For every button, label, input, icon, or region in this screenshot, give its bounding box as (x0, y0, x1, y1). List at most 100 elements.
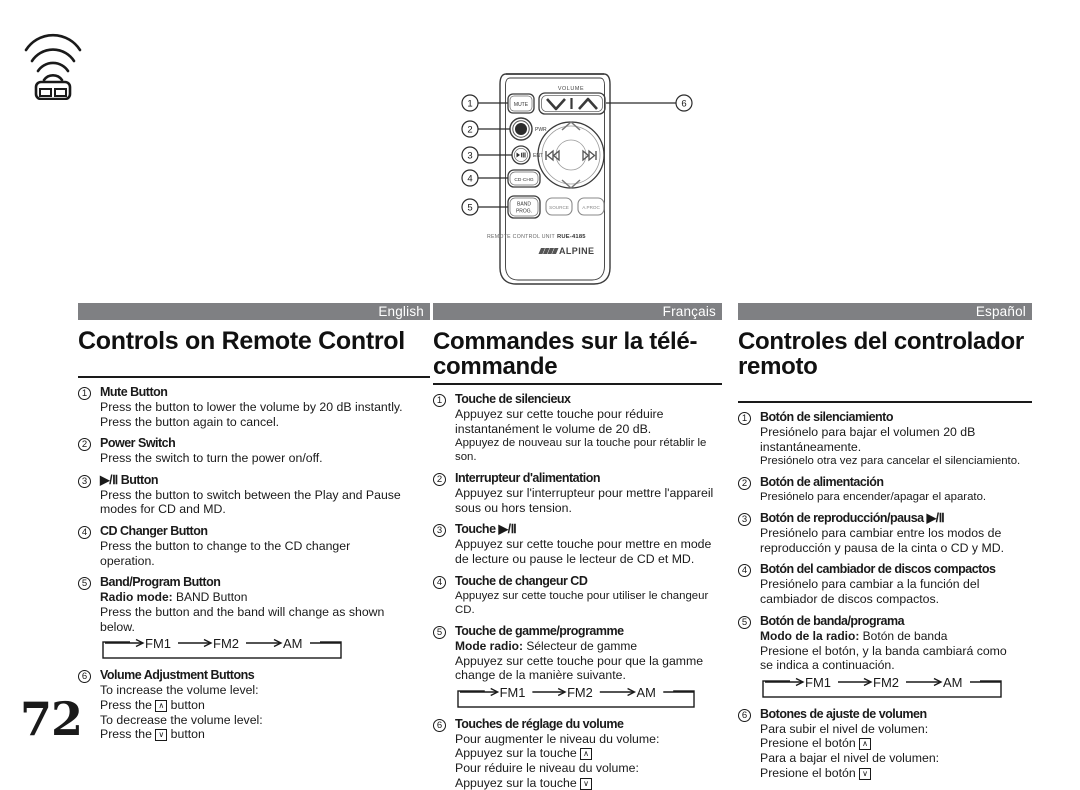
item-line: Pour réduire le niveau du volume: (455, 760, 639, 775)
section-title-french: Commandes sur la télé-commande (433, 328, 698, 380)
item-body: Botón de reproducción/pausa ▶/Ⅱ Presiónel… (760, 511, 1032, 555)
item-heading: Touches de réglage du volume (455, 716, 624, 731)
item-heading: ▶/Ⅱ Button (100, 472, 158, 487)
item-line: Presiónelo para cambiar a la función del (760, 577, 980, 592)
item-number-badge: 2 (78, 438, 91, 452)
item-number-badge: 6 (78, 670, 91, 684)
volume-key-glyph[interactable]: ∨ (580, 777, 592, 790)
callout-3: 3 (461, 146, 479, 164)
section-title-spanish: Controles del controlador remoto (738, 328, 1024, 380)
svg-text:2: 2 (467, 125, 472, 136)
item-line: sous ou hors tension. (455, 500, 572, 515)
item-line: below. (100, 619, 135, 634)
item-number-badge: 6 (433, 718, 446, 732)
item-line: Press the button to change to the CD cha… (100, 538, 351, 553)
volume-key-glyph[interactable]: ∧ (859, 738, 871, 751)
band-cycle-diagram: FM1 FM2 AM (457, 685, 695, 708)
item-line: Para subir el nivel de volumen: (760, 721, 929, 736)
svg-text:AM: AM (636, 686, 655, 700)
item-number-badge: 5 (738, 615, 751, 629)
item-number: 2 (78, 436, 100, 452)
manual-item: 3 ▶/Ⅱ Button Press the button to switch be… (78, 473, 430, 517)
callout-6: 6 (675, 94, 693, 112)
item-number-badge: 2 (738, 477, 751, 491)
item-number-badge: 1 (738, 412, 751, 425)
item-body: Band/Program Button Radio mode: BAND Butt… (100, 575, 430, 661)
manual-item: 1 Mute Button Press the button to lower th… (78, 385, 430, 429)
item-number: 5 (78, 575, 100, 591)
item-number: 3 (433, 522, 455, 538)
model-number-label: RUE-4185 (557, 234, 586, 240)
power-button-label: PWR (535, 127, 547, 133)
item-body: Botón de alimentación Presiónelo para enc… (760, 475, 1032, 504)
item-number: 6 (738, 707, 760, 722)
svg-text:FM2: FM2 (567, 686, 593, 700)
svg-text:AM: AM (943, 676, 963, 690)
a-proc-label: A.PROC (582, 205, 600, 210)
manual-item: 5 Touche de gamme/programme Mode radio: Sé… (433, 624, 722, 710)
item-line: Presiónelo para bajar el volumen 20 dB (760, 425, 976, 439)
item-heading: Botón de banda/programa (760, 613, 905, 628)
item-body: Touche ▶/Ⅱ Appuyez sur cette touche pour … (455, 522, 722, 566)
item-subheading: Radio mode: BAND Button (100, 590, 248, 605)
item-line-with-key: Press the ∧ button (100, 697, 205, 712)
item-heading: Botones de ajuste de volumen (760, 706, 927, 721)
manual-item: 4 Touche de changeur CD Appuyez sur cette … (433, 574, 722, 617)
divider-spanish (738, 401, 1032, 403)
item-number-badge: 5 (433, 625, 446, 639)
language-badge-english: English (78, 303, 430, 320)
remote-control-diagram: VOLUME MUTE PWR ENT CD·CHG BAND PROG. SO… (440, 72, 720, 287)
svg-text:FM2: FM2 (873, 676, 899, 690)
item-line: Appuyez sur cette touche pour réduire (455, 407, 664, 421)
volume-key-glyph[interactable]: ∨ (859, 767, 871, 780)
item-heading: Botón de reproducción/pausa ▶/Ⅱ (760, 511, 945, 526)
item-number: 2 (738, 475, 760, 491)
item-body: Touche de changeur CD Appuyez sur cette t… (455, 574, 722, 617)
volume-key-glyph[interactable]: ∧ (580, 748, 592, 761)
item-line-small: Appuyez de nouveau sur la touche pour ré… (455, 437, 707, 464)
band-diagram-wrap: FM1 FM2 AM (762, 675, 1002, 698)
manual-item: 1 Botón de silenciamiento Presiónelo para … (738, 410, 1032, 468)
item-body: Botón de banda/programa Modo de la radio:… (760, 614, 1032, 700)
item-body: Botón del cambiador de discos compactos P… (760, 562, 1032, 606)
language-columns: English Controls on Remote Control 1 Mute… (0, 303, 1080, 790)
item-subheading: Modo de la radio: Botón de banda (760, 628, 948, 643)
svg-text:AM: AM (283, 637, 303, 651)
item-line-small: Presiónelo otra vez para cancelar el sil… (760, 455, 1021, 468)
item-number: 3 (78, 473, 100, 488)
item-number-badge: 3 (433, 524, 446, 538)
volume-key-glyph[interactable]: ∧ (155, 699, 168, 712)
item-line: To increase the volume level: (100, 683, 259, 698)
prog-label: PROG. (516, 209, 532, 215)
item-heading: Interrupteur d'alimentation (455, 471, 601, 486)
manual-item: 5 Botón de banda/programa Modo de la radio… (738, 614, 1032, 700)
item-line: cambiador de discos compactos. (760, 591, 940, 606)
model-prefix-label: REMOTE CONTROL UNIT (487, 234, 556, 240)
manual-item: 6 Touches de réglage du volume Pour augmen… (433, 717, 722, 790)
item-number: 6 (78, 668, 100, 684)
divider-english (78, 376, 430, 378)
item-body: Botones de ajuste de volumen Para subir e… (760, 707, 1032, 780)
band-cycle-diagram: FM1 FM2 AM (762, 675, 1002, 698)
item-number: 4 (738, 562, 760, 578)
item-heading: Power Switch (100, 436, 176, 451)
source-label: SOURCE (549, 205, 569, 210)
ir-remote-signal-icon (18, 20, 88, 101)
svg-text:FM1: FM1 (500, 686, 526, 700)
item-line: Presiónelo para cambiar entre los modos … (760, 526, 1002, 541)
item-line: Presione el botón, y la banda cambiará c… (760, 643, 1007, 658)
manual-item: 4 Botón del cambiador de discos compactos… (738, 562, 1032, 606)
item-line-with-key: Presione el botón ∨ (760, 766, 1032, 781)
band-diagram-wrap: FM1 FM2 AM (102, 636, 342, 660)
item-line: instantanément le volume de 20 dB. (455, 421, 652, 436)
volume-key-glyph[interactable]: ∨ (155, 729, 168, 742)
divider-french (433, 383, 722, 385)
column-french: Français Commandes sur la télé-commande … (430, 303, 730, 790)
band-label: BAND (517, 202, 531, 208)
language-badge-spanish: Español (738, 303, 1032, 320)
item-heading: Botón del cambiador de discos compactos (760, 562, 996, 577)
item-body: Mute Button Press the button to lower the… (100, 385, 430, 429)
item-heading: Touche de changeur CD (455, 573, 588, 588)
volume-label: VOLUME (558, 86, 584, 92)
item-line: Appuyez sur cette touche pour que la gam… (455, 653, 704, 668)
